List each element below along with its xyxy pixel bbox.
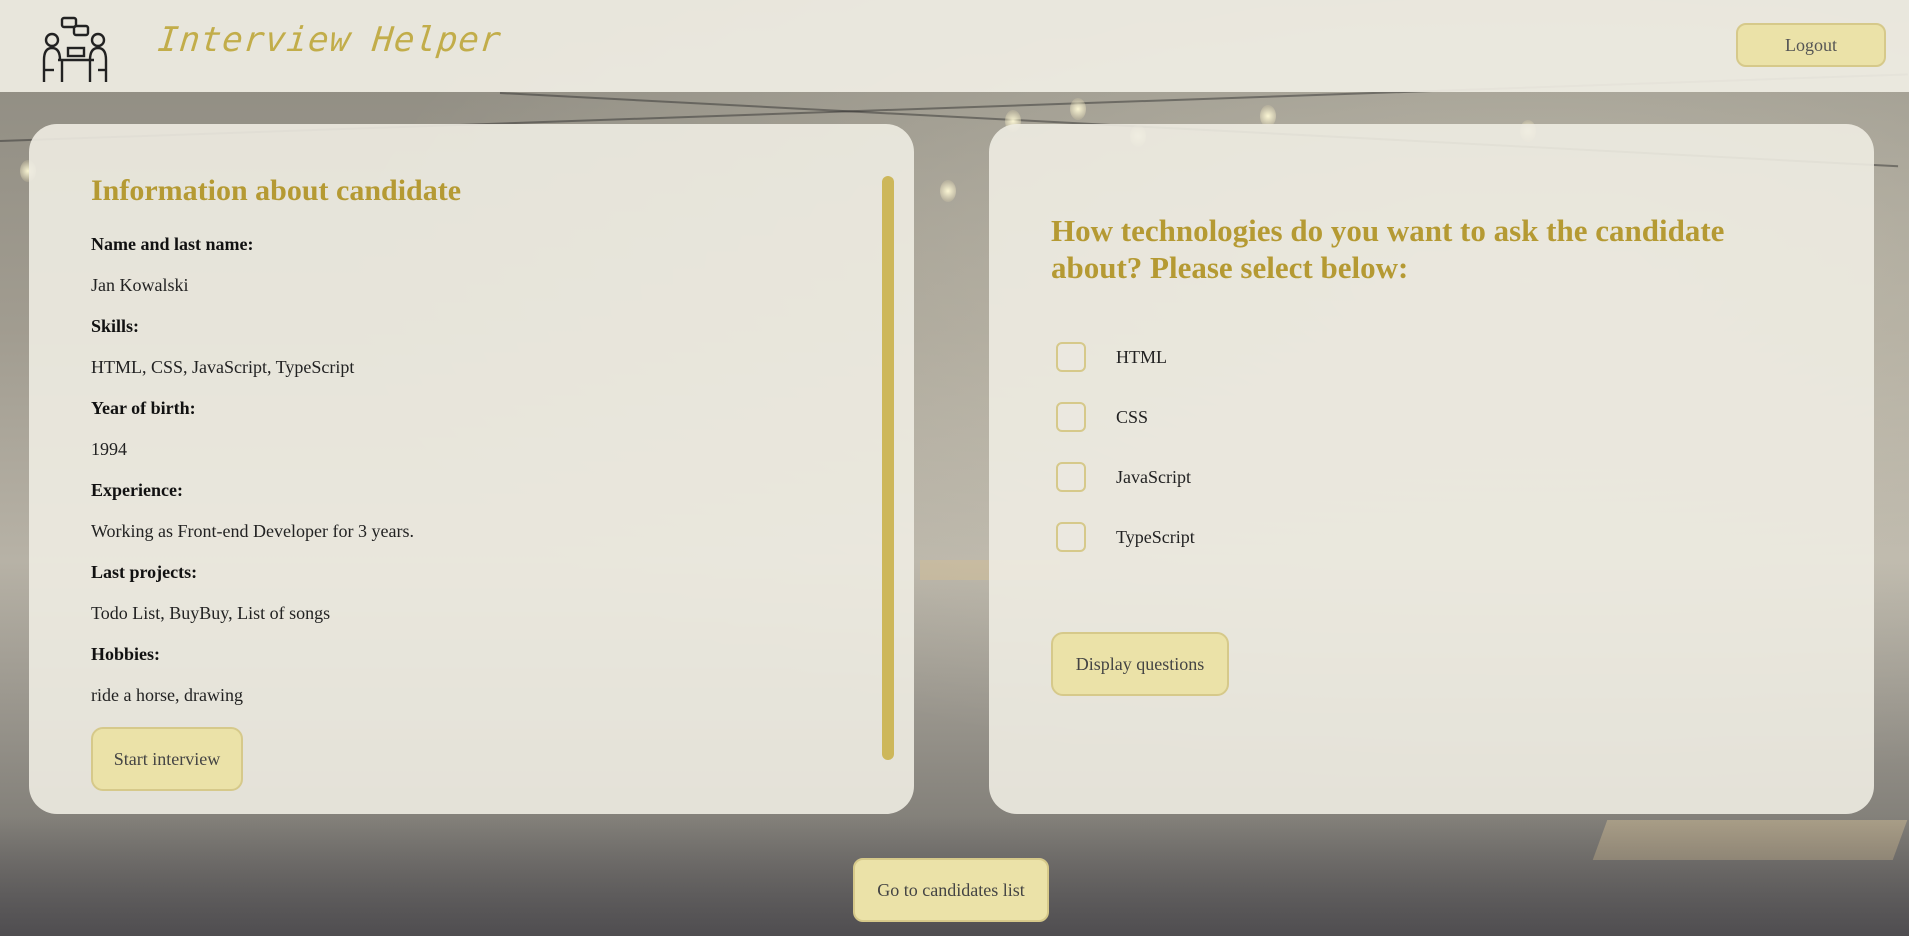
- javascript-checkbox[interactable]: [1056, 462, 1086, 492]
- candidate-info-title: Information about candidate: [91, 174, 462, 207]
- last-projects-value: Todo List, BuyBuy, List of songs: [91, 603, 331, 623]
- tech-option-typescript[interactable]: TypeScript: [1056, 507, 1195, 567]
- logout-button[interactable]: Logout: [1736, 23, 1886, 67]
- info-scrollbar[interactable]: [882, 176, 894, 760]
- tech-option-html[interactable]: HTML: [1056, 327, 1195, 387]
- typescript-checkbox[interactable]: [1056, 522, 1086, 552]
- name-value: Jan Kowalski: [91, 275, 189, 295]
- hobbies-value: ride a horse, drawing: [91, 685, 243, 705]
- hobbies-label: Hobbies:: [91, 644, 161, 664]
- display-questions-button[interactable]: Display questions: [1051, 632, 1229, 696]
- candidate-info-panel: Information about candidate Name and las…: [29, 124, 914, 814]
- interview-people-icon: [42, 16, 108, 82]
- css-label: CSS: [1116, 406, 1149, 427]
- app-title: Interview Helper: [155, 20, 504, 60]
- candidate-info-list: Name and last name: Jan Kowalski Skills:…: [91, 234, 691, 726]
- experience-value: Working as Front-end Developer for 3 yea…: [91, 521, 414, 541]
- top-bar: Interview Helper Logout: [0, 0, 1909, 92]
- css-checkbox[interactable]: [1056, 402, 1086, 432]
- technology-select-panel: How technologies do you want to ask the …: [989, 124, 1874, 814]
- technology-checkbox-list: HTML CSS JavaScript TypeScript: [1056, 327, 1195, 567]
- last-projects-label: Last projects:: [91, 562, 198, 582]
- html-label: HTML: [1116, 346, 1167, 367]
- experience-label: Experience:: [91, 480, 183, 500]
- html-checkbox[interactable]: [1056, 342, 1086, 372]
- technology-select-title: How technologies do you want to ask the …: [1051, 213, 1725, 285]
- candidates-list-button[interactable]: Go to candidates list: [853, 858, 1049, 922]
- typescript-label: TypeScript: [1116, 526, 1195, 547]
- skills-value: HTML, CSS, JavaScript, TypeScript: [91, 357, 355, 377]
- javascript-label: JavaScript: [1116, 466, 1191, 487]
- tech-option-javascript[interactable]: JavaScript: [1056, 447, 1195, 507]
- skills-label: Skills:: [91, 316, 140, 336]
- name-label: Name and last name:: [91, 234, 254, 254]
- year-of-birth-label: Year of birth:: [91, 398, 196, 418]
- year-of-birth-value: 1994: [91, 439, 127, 459]
- tech-option-css[interactable]: CSS: [1056, 387, 1195, 447]
- start-interview-button[interactable]: Start interview: [91, 727, 243, 791]
